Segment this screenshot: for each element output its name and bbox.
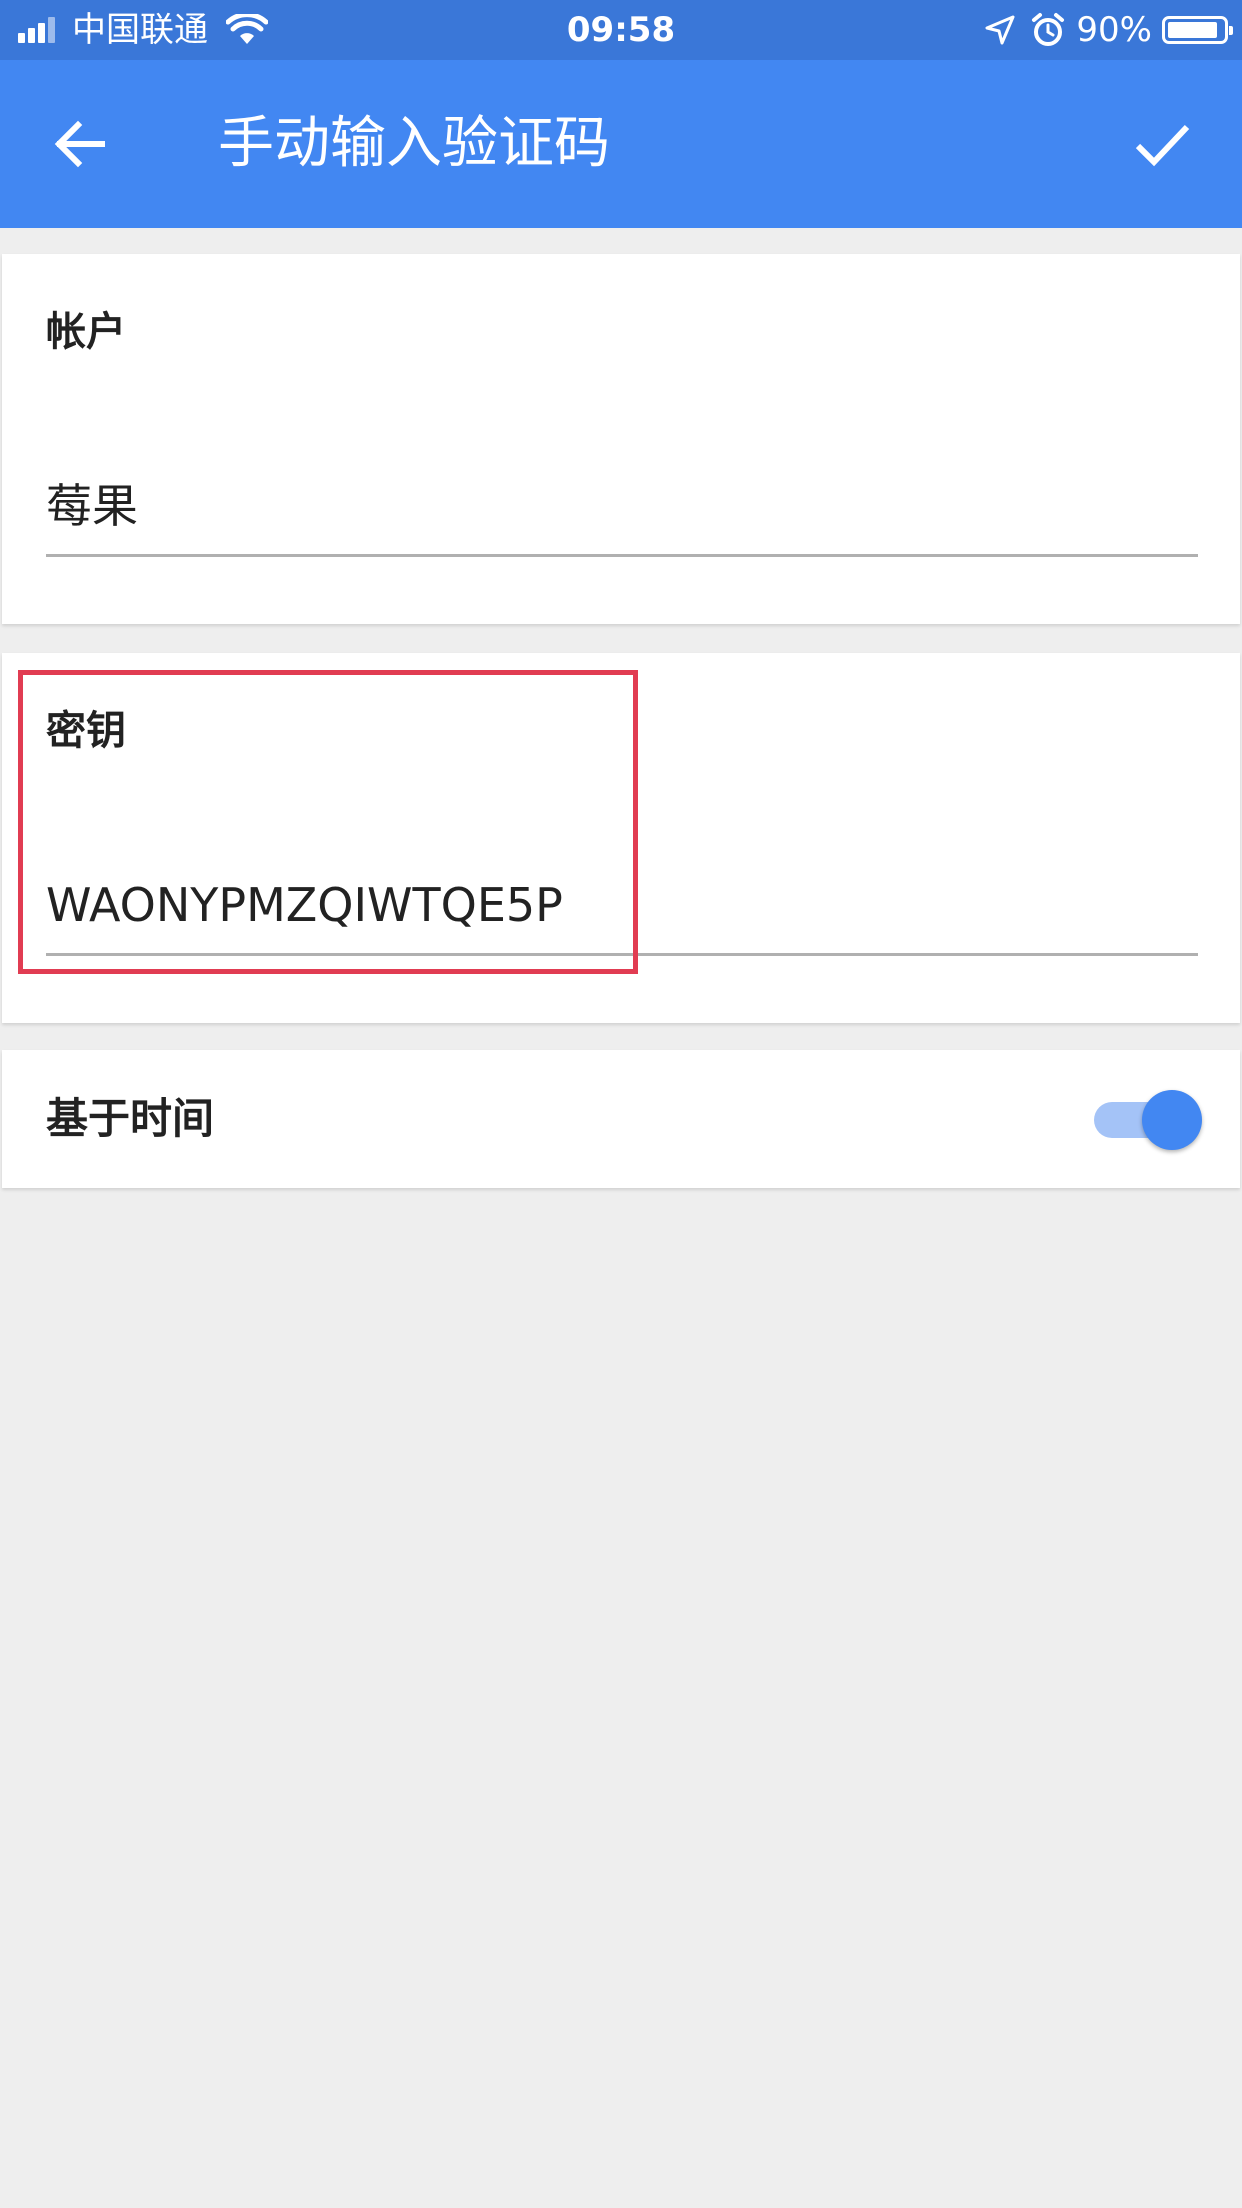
alarm-icon (1032, 13, 1065, 46)
battery-fill (1168, 22, 1217, 38)
account-label: 帐户 (46, 309, 126, 355)
arrow-back-icon (54, 120, 105, 168)
confirm-button[interactable] (1122, 104, 1202, 184)
app-bar: 手动输入验证码 (0, 60, 1242, 228)
time-based-card: 基于时间 (2, 1050, 1240, 1188)
battery-icon (1162, 16, 1233, 44)
back-button[interactable] (40, 104, 120, 184)
check-icon (1135, 124, 1190, 167)
time-based-label: 基于时间 (46, 1094, 215, 1143)
battery-percent: 90% (1076, 10, 1152, 50)
status-right: 90% (984, 0, 1233, 60)
page-title: 手动输入验证码 (218, 111, 610, 176)
time-based-toggle[interactable] (1094, 1088, 1202, 1152)
key-highlight-box (18, 670, 638, 974)
status-bar: 中国联通 09:58 90% (0, 0, 1242, 60)
account-card: 帐户 莓果 (2, 254, 1240, 624)
account-input[interactable]: 莓果 (46, 476, 138, 536)
toggle-thumb (1142, 1090, 1202, 1150)
account-underline (46, 554, 1198, 557)
location-icon (985, 15, 1015, 45)
